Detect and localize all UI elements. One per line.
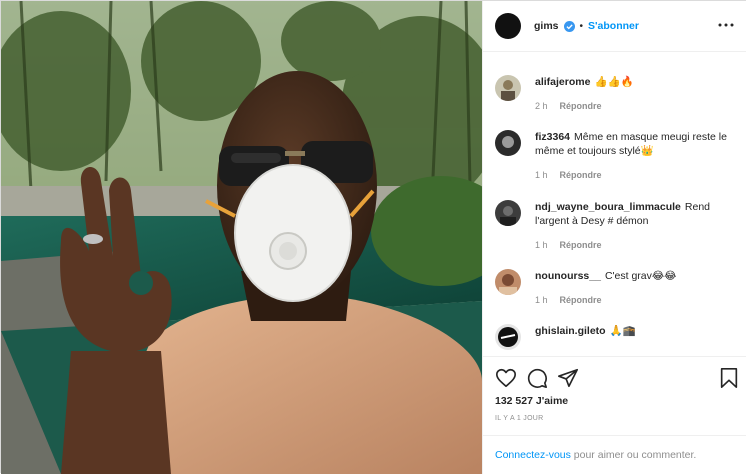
comment-age: 1 h [535,295,548,305]
comment-username[interactable]: alifajerome [535,76,590,88]
author-username[interactable]: gims [534,20,559,32]
login-prompt-text: pour aimer ou commenter. [570,449,697,461]
commenter-avatar[interactable] [495,75,521,101]
heart-icon[interactable] [495,367,517,389]
header-separator: • [579,20,584,32]
comment-username[interactable]: fiz3364 [535,131,570,143]
comments-list[interactable]: alifajerome 👍👍🔥 2 h Répondre fiz3364 Même e… [483,53,746,355]
comment-username[interactable]: ghislain.gileto [535,325,606,337]
follow-button[interactable]: S'abonner [588,20,639,32]
post-side-panel: gims • S'abonner alifajerome 👍👍🔥 2 h Répon… [482,1,746,474]
commenter-avatar[interactable] [495,269,521,295]
paper-plane-icon[interactable] [557,367,579,389]
comment-username[interactable]: ndj_wayne_boura_limmacule [535,201,681,213]
bookmark-icon[interactable] [718,367,740,389]
post-timestamp[interactable]: IL Y A 1 JOUR [495,415,544,422]
login-prompt: Connectez-vous pour aimer ou commenter. [483,435,746,475]
commenter-avatar[interactable] [495,324,521,350]
more-options-icon[interactable] [718,17,734,33]
commenter-avatar[interactable] [495,200,521,226]
reply-button[interactable]: Répondre [560,240,602,250]
like-count[interactable]: 132 527 J'aime [495,395,568,407]
comment-age: 1 h [535,240,548,250]
verified-badge-icon [563,20,575,32]
reply-button[interactable]: Répondre [560,295,602,305]
comment-age: 2 h [535,101,548,111]
comment-age: 1 h [535,170,548,180]
login-link[interactable]: Connectez-vous [495,449,571,461]
comment-text: C'est grav😂😂 [604,270,677,282]
selfie-photo-illustration [1,1,482,474]
post-header: gims • S'abonner [483,1,746,52]
instagram-post: gims • S'abonner alifajerome 👍👍🔥 2 h Répon… [0,0,746,474]
comment-text: 👍👍🔥 [594,76,634,88]
comment-text: 🙏🕋 [609,325,636,337]
comment-username[interactable]: nounourss__ [535,270,601,282]
reply-button[interactable]: Répondre [560,170,602,180]
post-actions: 132 527 J'aime IL Y A 1 JOUR Connectez-v… [483,356,746,474]
commenter-avatar[interactable] [495,130,521,156]
post-photo[interactable] [1,1,482,474]
comment-bubble-icon[interactable] [526,367,548,389]
author-avatar[interactable] [495,13,521,39]
reply-button[interactable]: Répondre [560,101,602,111]
